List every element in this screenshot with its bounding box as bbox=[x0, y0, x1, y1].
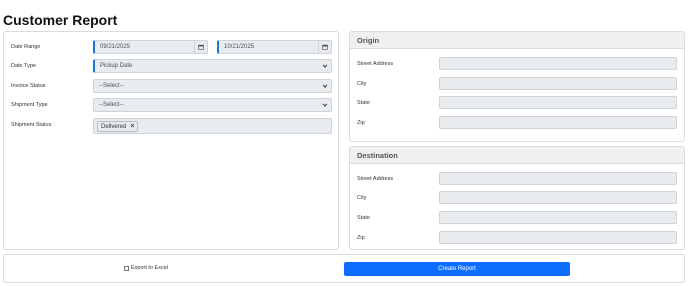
origin-state-label: State bbox=[357, 100, 370, 106]
origin-zip-input[interactable] bbox=[439, 116, 677, 129]
close-icon[interactable]: × bbox=[130, 123, 134, 130]
origin-panel: Origin Street Address City State Zip bbox=[349, 31, 685, 142]
invoice-status-select[interactable]: --Select-- bbox=[93, 79, 332, 93]
destination-title: Destination bbox=[350, 147, 684, 164]
invoice-status-label: Invoice Status bbox=[11, 83, 46, 89]
date-type-select[interactable]: Pickup Date bbox=[93, 59, 332, 73]
chevron-down-icon bbox=[322, 84, 328, 88]
chevron-down-icon bbox=[322, 64, 328, 68]
start-date-value: 09/21/2025 bbox=[100, 44, 131, 50]
filters-panel: Date Range 09/21/2025 10/21/2025 Date Ty… bbox=[3, 31, 339, 250]
checkbox-icon[interactable] bbox=[124, 265, 129, 271]
shipment-type-label: Shipment Type bbox=[11, 102, 48, 108]
destination-street-label: Street Address bbox=[357, 176, 394, 182]
origin-state-input[interactable] bbox=[439, 96, 677, 109]
status-tag-label: Delivered bbox=[101, 123, 127, 130]
end-date-value: 10/21/2025 bbox=[224, 44, 255, 50]
destination-city-label: City bbox=[357, 195, 367, 201]
date-type-label: Date Type bbox=[11, 63, 36, 69]
chevron-down-icon bbox=[322, 103, 328, 107]
shipment-type-select[interactable]: --Select-- bbox=[93, 98, 332, 112]
shipment-status-label: Shipment Status bbox=[11, 122, 52, 128]
shipment-type-value: --Select-- bbox=[99, 102, 124, 108]
calendar-icon[interactable] bbox=[194, 41, 207, 53]
export-excel-label: Export to Excel bbox=[131, 265, 168, 271]
export-excel-checkbox[interactable]: Export to Excel bbox=[124, 265, 168, 271]
origin-zip-label: Zip bbox=[357, 120, 365, 126]
destination-state-input[interactable] bbox=[439, 211, 677, 224]
create-report-button[interactable]: Create Report bbox=[344, 262, 570, 276]
status-tag-delivered: Delivered × bbox=[97, 121, 139, 132]
report-footer: Export to Excel Create Report bbox=[3, 254, 685, 283]
calendar-icon[interactable] bbox=[318, 41, 331, 53]
end-date-input[interactable]: 10/21/2025 bbox=[217, 40, 332, 54]
shipment-status-multiselect[interactable]: Delivered × bbox=[93, 118, 332, 134]
date-range-label: Date Range bbox=[11, 44, 41, 50]
origin-title: Origin bbox=[350, 32, 684, 49]
invoice-status-value: --Select-- bbox=[99, 83, 124, 89]
page-title: Customer Report bbox=[3, 12, 118, 28]
destination-zip-input[interactable] bbox=[439, 231, 677, 244]
destination-city-input[interactable] bbox=[439, 191, 677, 204]
destination-zip-label: Zip bbox=[357, 235, 365, 241]
origin-street-input[interactable] bbox=[439, 57, 677, 70]
origin-street-label: Street Address bbox=[357, 61, 394, 67]
destination-state-label: State bbox=[357, 215, 370, 221]
destination-panel: Destination Street Address City State Zi… bbox=[349, 146, 685, 250]
origin-city-label: City bbox=[357, 81, 367, 87]
destination-street-input[interactable] bbox=[439, 172, 677, 185]
date-type-value: Pickup Date bbox=[100, 63, 133, 69]
origin-city-input[interactable] bbox=[439, 77, 677, 90]
start-date-input[interactable]: 09/21/2025 bbox=[93, 40, 208, 54]
